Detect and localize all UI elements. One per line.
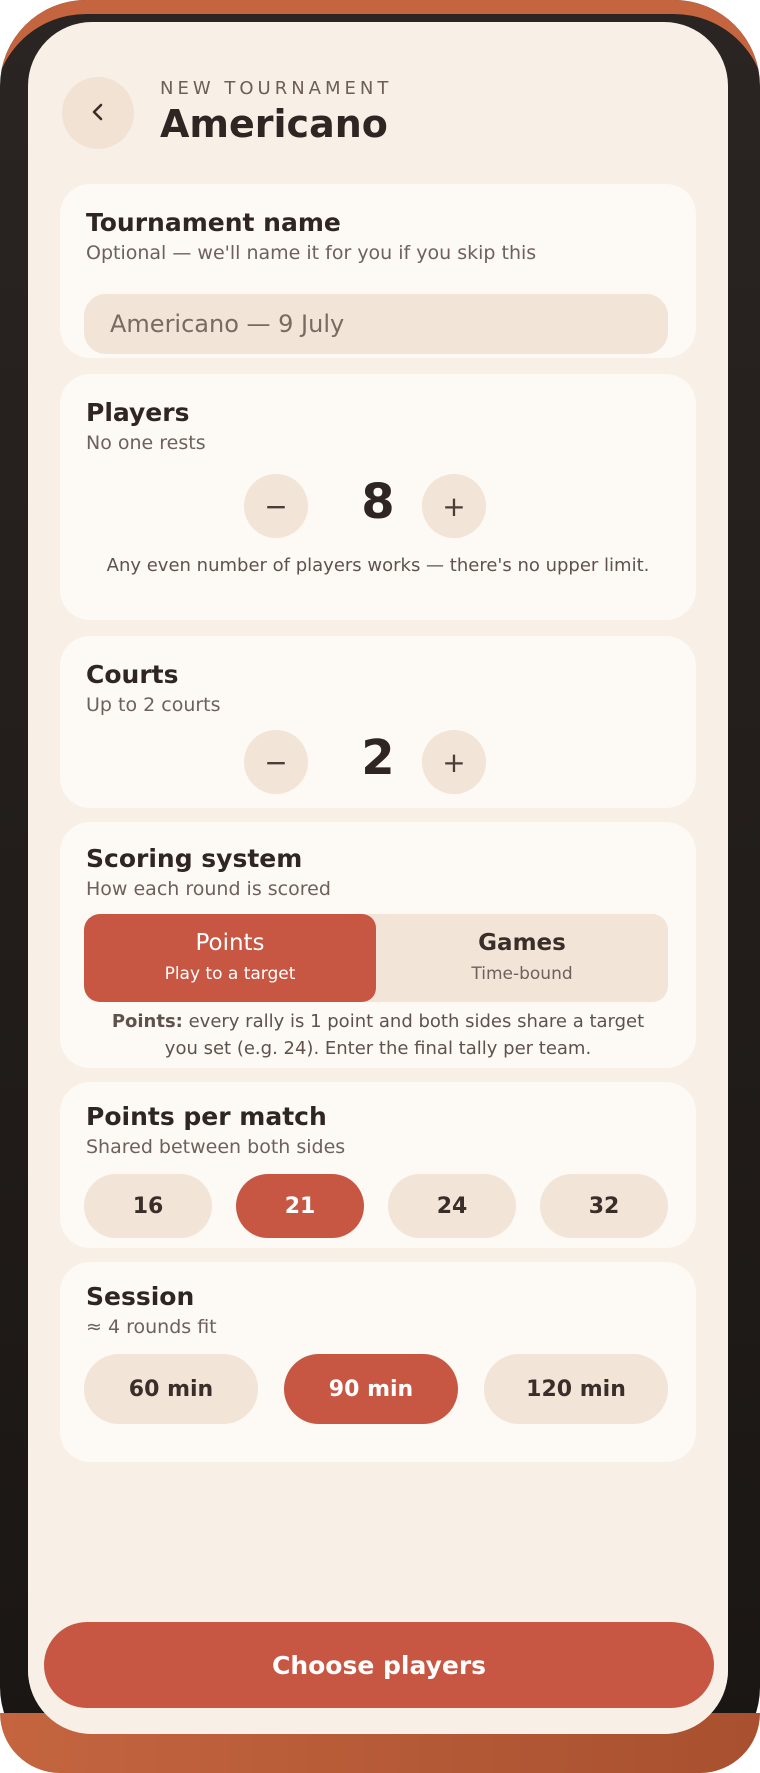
scoring-option-games[interactable]: Games Time-bound [376, 914, 668, 1002]
chevron-left-icon [87, 101, 109, 126]
page-title: Americano [160, 102, 388, 146]
card-subtitle: Up to 2 courts [86, 694, 221, 716]
courts-increment-button[interactable]: + [422, 730, 486, 794]
scoring-note-bold: Points: [111, 1011, 183, 1032]
points-option-32[interactable]: 32 [540, 1174, 668, 1238]
back-button[interactable] [62, 77, 134, 149]
courts-decrement-button[interactable]: − [244, 730, 308, 794]
players-card: Players No one rests − 8 + Any even numb… [60, 374, 696, 620]
card-subtitle: How each round is scored [86, 878, 331, 900]
points-per-match-card: Points per match Shared between both sid… [60, 1082, 696, 1248]
players-increment-button[interactable]: + [422, 474, 486, 538]
choose-players-button[interactable]: Choose players [44, 1622, 714, 1708]
players-decrement-button[interactable]: − [244, 474, 308, 538]
segment-sublabel: Time-bound [471, 964, 573, 984]
card-title: Tournament name [86, 208, 341, 237]
session-card: Session ≈ 4 rounds fit 60 min 90 min 120… [60, 1262, 696, 1462]
card-title: Scoring system [86, 844, 303, 873]
card-subtitle: Shared between both sides [86, 1136, 346, 1158]
players-note: Any even number of players works — there… [106, 555, 650, 576]
card-subtitle: Optional — we'll name it for you if you … [86, 242, 537, 264]
scoring-segmented-control: Points Play to a target Games Time-bound [84, 914, 668, 1002]
card-subtitle: No one rests [86, 432, 206, 454]
session-option-60[interactable]: 60 min [84, 1354, 258, 1424]
points-option-16[interactable]: 16 [84, 1174, 212, 1238]
players-count: 8 [361, 474, 395, 530]
card-title: Session [86, 1282, 195, 1311]
scoring-system-card: Scoring system How each round is scored … [60, 822, 696, 1068]
scoring-note-text: every rally is 1 point and both sides sh… [164, 1011, 645, 1059]
tournament-name-card: Tournament name Optional — we'll name it… [60, 184, 696, 358]
tournament-name-input[interactable] [84, 294, 668, 354]
session-option-90[interactable]: 90 min [284, 1354, 458, 1424]
session-option-120[interactable]: 120 min [484, 1354, 668, 1424]
device-frame: NEW TOURNAMENT Americano Tournament name… [0, 0, 760, 1773]
page-eyebrow: NEW TOURNAMENT [160, 78, 393, 99]
header: NEW TOURNAMENT Americano [28, 22, 728, 182]
scoring-option-points[interactable]: Points Play to a target [84, 914, 376, 1002]
card-title: Points per match [86, 1102, 327, 1131]
segment-label: Points [195, 930, 265, 956]
segment-label: Games [478, 930, 566, 956]
points-option-24[interactable]: 24 [388, 1174, 516, 1238]
bottom-action-bar: Choose players [28, 1592, 728, 1734]
card-title: Courts [86, 660, 179, 689]
courts-card: Courts Up to 2 courts − 2 + [60, 636, 696, 808]
app-screen: NEW TOURNAMENT Americano Tournament name… [28, 22, 728, 1734]
segment-sublabel: Play to a target [164, 964, 296, 984]
card-subtitle: ≈ 4 rounds fit [86, 1316, 217, 1338]
scoring-note: Points: every rally is 1 point and both … [100, 1008, 656, 1062]
courts-count: 2 [361, 730, 395, 786]
card-title: Players [86, 398, 190, 427]
points-option-21[interactable]: 21 [236, 1174, 364, 1238]
